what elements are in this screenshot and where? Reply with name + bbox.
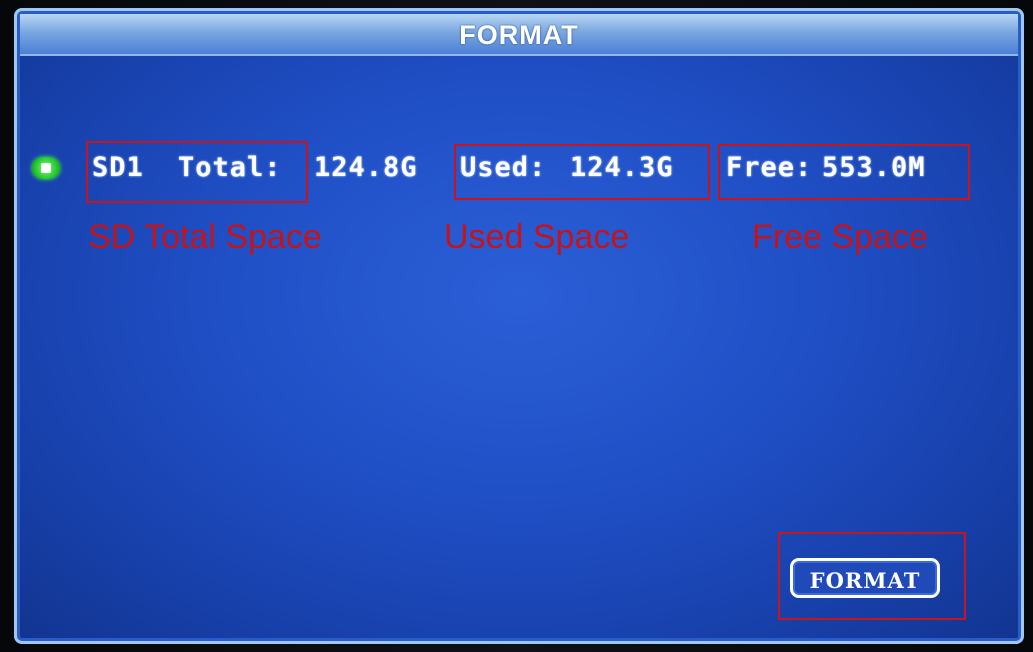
format-dialog: FORMAT SD1 Total: 124.8G Used: 124.3G Fr… (14, 8, 1024, 644)
annotation-free: Free Space (752, 218, 928, 256)
annotation-used: Used Space (444, 218, 630, 256)
annotation-total: SD Total Space (88, 218, 322, 256)
radio-selected-dot (41, 163, 51, 173)
used-highlight-box (454, 144, 710, 200)
total-value: 124.8G (314, 152, 418, 183)
dialog-title: FORMAT (459, 20, 579, 50)
title-bar: FORMAT (20, 14, 1018, 56)
free-highlight-box (718, 144, 970, 200)
disk-select-radio-icon[interactable] (32, 157, 60, 179)
total-highlight-box (86, 141, 308, 203)
format-button[interactable]: FORMAT (790, 558, 940, 598)
